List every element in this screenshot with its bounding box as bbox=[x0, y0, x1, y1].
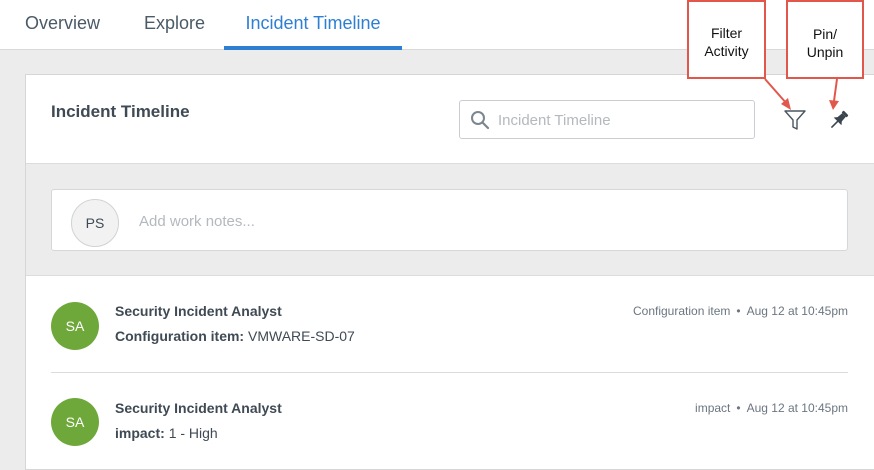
entry-meta-separator: • bbox=[736, 304, 741, 318]
work-notes-box[interactable]: PS bbox=[51, 189, 848, 251]
entry-author: Security Incident Analyst bbox=[115, 400, 282, 416]
timeline-card: Incident Timeline PS SA Security In bbox=[25, 74, 874, 470]
filter-icon[interactable] bbox=[783, 108, 807, 132]
entry-meta-field: impact bbox=[695, 401, 731, 415]
avatar: SA bbox=[51, 398, 99, 446]
entry-timestamp: Aug 12 at 10:45pm bbox=[746, 304, 848, 318]
tab-incident-timeline[interactable]: Incident Timeline bbox=[224, 0, 402, 50]
entry-meta: impact • Aug 12 at 10:45pm bbox=[695, 401, 848, 415]
entry-author: Security Incident Analyst bbox=[115, 303, 282, 319]
callout-text-line: Pin/ bbox=[812, 26, 838, 42]
entry-meta: Configuration item • Aug 12 at 10:45pm bbox=[633, 304, 848, 318]
pin-icon[interactable] bbox=[827, 108, 851, 132]
tab-incident-timeline-label: Incident Timeline bbox=[245, 13, 381, 33]
callout-text-line: Activity bbox=[704, 43, 749, 59]
tab-explore[interactable]: Explore bbox=[144, 0, 205, 50]
card-header: Incident Timeline bbox=[26, 75, 874, 164]
entry-meta-field: Configuration item bbox=[632, 304, 731, 318]
timeline-entry: SA Security Incident Analyst impact: 1 -… bbox=[26, 373, 874, 470]
entry-change: impact: 1 - High bbox=[115, 425, 218, 441]
avatar: SA bbox=[51, 302, 99, 350]
work-notes-input[interactable] bbox=[139, 210, 819, 232]
entry-field-name: impact: bbox=[115, 425, 165, 441]
timeline-search[interactable] bbox=[459, 100, 755, 139]
work-notes-area: PS bbox=[26, 164, 874, 276]
pin-unpin-callout: Pin/ Unpin bbox=[786, 0, 864, 79]
tab-overview[interactable]: Overview bbox=[25, 0, 100, 50]
entry-timestamp: Aug 12 at 10:45pm bbox=[746, 401, 848, 415]
entry-field-value: 1 - High bbox=[168, 425, 218, 441]
entry-field-value: VMWARE-SD-07 bbox=[248, 328, 355, 344]
card-title: Incident Timeline bbox=[51, 102, 190, 121]
callout-text-line: Filter bbox=[710, 25, 743, 41]
timeline-entry: SA Security Incident Analyst Configurati… bbox=[26, 276, 874, 373]
entry-field-name: Configuration item: bbox=[115, 328, 245, 344]
filter-activity-callout: Filter Activity bbox=[687, 0, 766, 79]
callout-text-line: Unpin bbox=[806, 44, 844, 60]
active-tab-underline bbox=[224, 46, 402, 50]
entry-meta-separator: • bbox=[736, 401, 741, 415]
search-icon bbox=[471, 111, 490, 130]
avatar: PS bbox=[71, 199, 119, 247]
search-input[interactable] bbox=[498, 109, 748, 131]
entry-change: Configuration item: VMWARE-SD-07 bbox=[115, 328, 355, 344]
